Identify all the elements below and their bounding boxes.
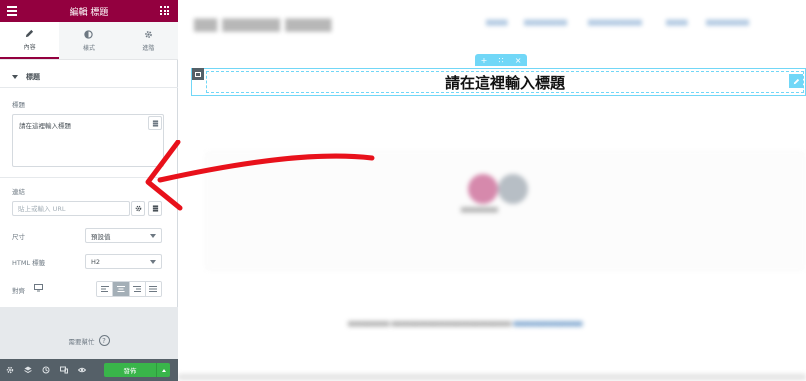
close-icon[interactable]: × (515, 56, 522, 65)
link-url-input[interactable] (12, 201, 130, 216)
panel-title: 編輯 標題 (69, 7, 109, 18)
html-tag-select-value: H2 (91, 257, 101, 266)
history-icon (42, 366, 50, 374)
panel-header: 編輯 標題 (0, 0, 178, 22)
tab-content-label: 內容 (23, 43, 36, 51)
html-tag-field-label: HTML 標籤 (12, 259, 46, 267)
section-handle[interactable]: + ∷ × (475, 54, 527, 66)
panel-empty-area (0, 307, 178, 359)
gear-icon (135, 205, 141, 212)
align-center-button[interactable] (113, 282, 130, 296)
caption-blurred: ▆▆▆▆▆▆▆▆ (461, 206, 498, 213)
alignment-control (96, 281, 162, 297)
column-handle[interactable] (192, 68, 204, 80)
footer-blurred: ▆▆▆▆▆▆▆▆▆ ▆▆▆▆▆▆▆▆▆▆▆▆▆▆▆▆▆▆▆▆▆▆▆▆▆▆ ▆▆▆… (348, 320, 583, 327)
size-field-label: 尺寸 (12, 233, 25, 241)
alignment-field-label: 對齊 (12, 287, 25, 295)
navigator-footer-button[interactable] (20, 359, 36, 381)
align-justify-icon (149, 286, 158, 292)
size-select-value: 預設值 (91, 232, 111, 241)
settings-footer-button[interactable] (2, 359, 18, 381)
section-toggle-title[interactable]: 標題 (0, 66, 178, 88)
size-select[interactable]: 預設值 (85, 228, 162, 243)
caret-up-icon (161, 368, 166, 372)
widgets-grid-icon[interactable] (160, 6, 169, 15)
heading-widget[interactable]: 請在這裡輸入標題 (206, 72, 804, 94)
menu-icon[interactable] (7, 6, 17, 16)
help-label: 需要幫忙 (68, 337, 95, 346)
publish-button[interactable]: 發佈 (104, 363, 170, 377)
panel-tabs: 內容 樣式 進階 (0, 22, 178, 60)
preview-footer-button[interactable] (74, 359, 90, 381)
half-circle-icon (84, 29, 94, 39)
logo-blob-blurred (498, 174, 528, 204)
page-body-blurred: ▆▆▆▆▆▆▆▆ ▆▆▆▆▆▆▆▆▆ ▆▆▆▆▆▆▆▆▆▆▆▆▆▆▆▆▆▆▆▆▆… (178, 104, 806, 381)
database-icon (152, 119, 158, 127)
align-center-icon (116, 286, 125, 292)
layers-icon (24, 366, 32, 374)
pencil-icon (793, 78, 799, 84)
pencil-icon (26, 29, 34, 37)
responsive-icon (60, 366, 68, 374)
nav-item-blurred: ▆▆▆▆▆▆▆▆ (524, 18, 568, 26)
panel-footer: 發佈 (0, 359, 178, 381)
tab-advanced[interactable]: 進階 (119, 22, 178, 59)
html-tag-select[interactable]: H2 (85, 254, 162, 269)
editor-panel: 編輯 標題 內容 樣式 進階 標題 標題 請在這裡輸入標題 連結 尺寸 (0, 0, 178, 381)
align-right-icon (133, 286, 142, 292)
column-icon (195, 71, 201, 77)
question-circle-icon: ? (98, 335, 110, 346)
help-link[interactable]: 需要幫忙 ? (0, 335, 178, 346)
publish-options-button[interactable] (156, 363, 170, 377)
nav-item-blurred: ▆▆▆▆▆▆▆▆ (706, 18, 750, 26)
history-footer-button[interactable] (38, 359, 54, 381)
tab-content[interactable]: 內容 (0, 22, 60, 59)
tab-style[interactable]: 樣式 (59, 22, 118, 59)
logo-blob-blurred (468, 174, 498, 204)
add-icon[interactable]: + (481, 56, 488, 65)
database-icon (152, 205, 158, 212)
edit-widget-button[interactable] (789, 74, 803, 88)
eye-icon (78, 367, 86, 373)
preview-canvas: ▆▆ ▆▆▆▆▆ ▆▆▆▆ ▆▆▆▆ ▆▆▆▆▆▆▆▆ ▆▆▆▆▆▆▆▆▆▆ ▆… (178, 0, 806, 381)
align-left-icon (100, 286, 109, 292)
scrollbar-blurred (178, 374, 806, 380)
tab-style-label: 樣式 (82, 44, 95, 52)
divider (0, 177, 178, 178)
site-header-blurred: ▆▆ ▆▆▆▆▆ ▆▆▆▆ ▆▆▆▆ ▆▆▆▆▆▆▆▆ ▆▆▆▆▆▆▆▆▆▆ ▆… (178, 0, 806, 52)
site-logo-blurred: ▆▆ ▆▆▆▆▆ ▆▆▆▆ (194, 14, 332, 32)
tab-advanced-label: 進階 (142, 44, 155, 52)
desktop-icon[interactable] (34, 284, 43, 292)
drag-icon[interactable]: ∷ (498, 56, 503, 65)
title-field-label: 標題 (12, 101, 25, 109)
content-block-blurred (206, 152, 804, 270)
link-field-label: 連結 (12, 188, 25, 196)
nav-item-blurred: ▆▆▆▆▆▆▆▆▆▆ (588, 18, 642, 26)
align-left-button[interactable] (97, 282, 114, 296)
link-options-button[interactable] (131, 201, 145, 216)
link-dynamic-tags-button[interactable] (148, 201, 162, 216)
chevron-down-icon (150, 260, 156, 264)
nav-item-blurred: ▆▆▆▆ (486, 18, 508, 26)
section-title-label: 標題 (26, 72, 40, 81)
chevron-down-icon (150, 234, 156, 238)
responsive-footer-button[interactable] (56, 359, 72, 381)
publish-label: 發佈 (123, 367, 137, 375)
nav-item-blurred: ▆▆▆▆ (666, 18, 688, 26)
gear-icon (144, 30, 152, 38)
dynamic-tags-button[interactable] (148, 116, 162, 130)
align-justify-button[interactable] (145, 282, 161, 296)
title-textarea[interactable]: 請在這裡輸入標題 (12, 114, 164, 167)
caret-down-icon (12, 74, 18, 79)
align-right-button[interactable] (129, 282, 146, 296)
gear-icon (6, 366, 14, 374)
